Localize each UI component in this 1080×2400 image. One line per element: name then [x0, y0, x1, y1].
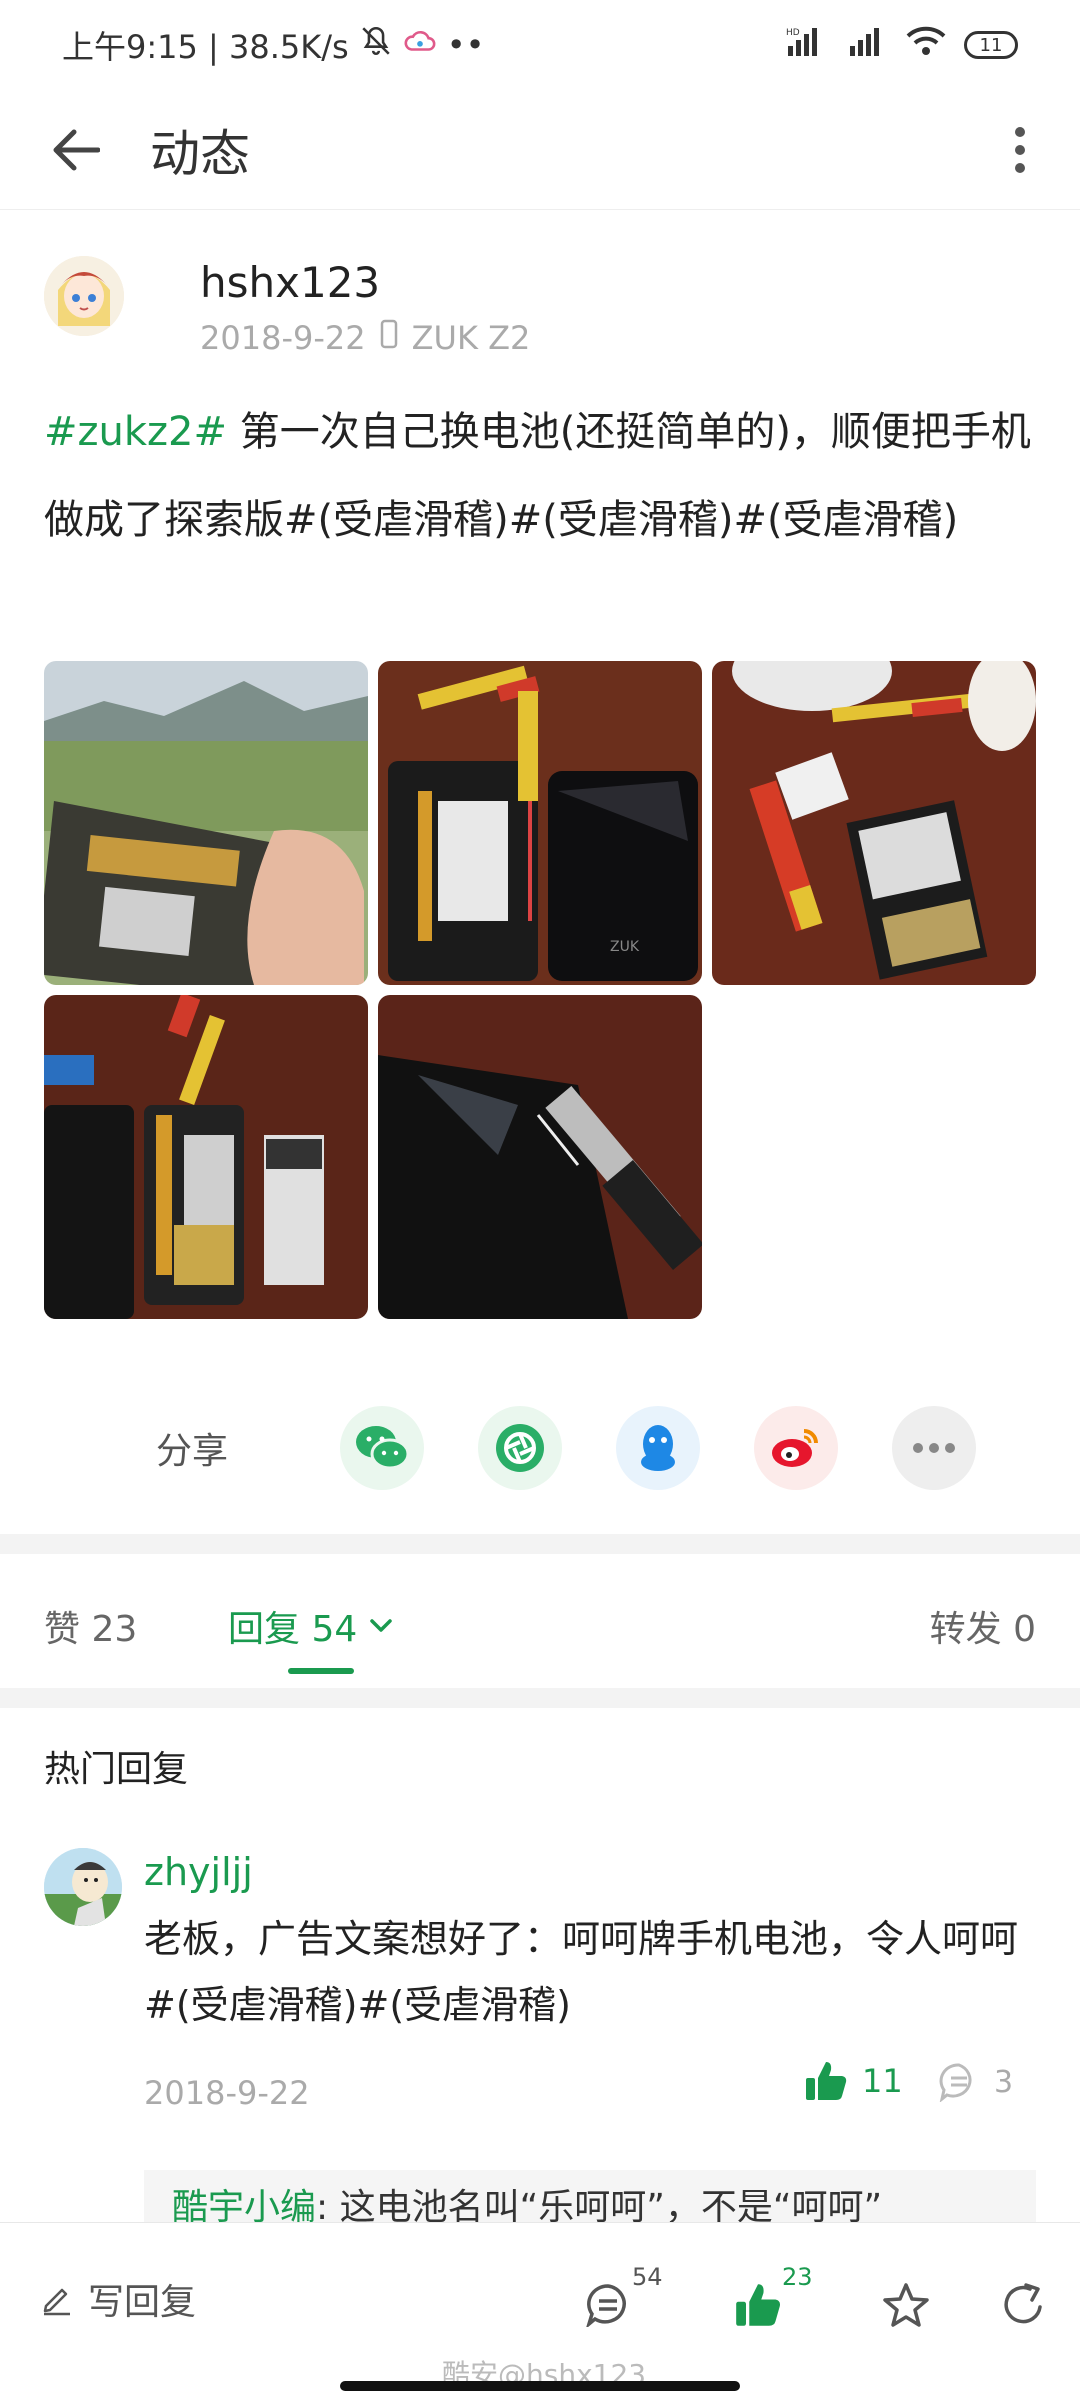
reply-count-button[interactable]: 54 [568, 2263, 663, 2345]
moments-icon [496, 1424, 544, 1472]
forward-button[interactable] [984, 2265, 1064, 2345]
home-indicator[interactable] [340, 2381, 740, 2391]
app-bar: 动态 [0, 90, 1080, 210]
tab-likes[interactable]: 赞 23 [44, 1600, 137, 1652]
wifi-icon [906, 26, 946, 64]
status-bar: 上午9:15 | 38.5K/s •• HD 11 [0, 0, 1080, 90]
hd-signal-icon: HD [786, 26, 830, 64]
chevron-down-icon [370, 1619, 393, 1632]
commenter-avatar[interactable] [44, 1848, 122, 1926]
comment-text: 老板，广告文案想好了：呵呵牌手机电池，令人呵呵#(受虐滑稽)#(受虐滑稽) [144, 1917, 1019, 2027]
write-reply-button[interactable]: 写回复 [40, 2273, 196, 2325]
comment-like-button[interactable]: 11 [804, 2060, 903, 2102]
page-title: 动态 [150, 124, 250, 183]
author-name[interactable]: hshx123 [200, 258, 530, 307]
more-vert-icon [1015, 126, 1025, 173]
hot-replies-title: 热门回复 [44, 1749, 189, 1790]
mute-icon [359, 24, 393, 66]
post-tabs: 赞 23 回复 54 转发 0 [0, 1556, 1080, 1688]
cloud-icon [403, 26, 437, 64]
sub-reply-preview[interactable]: 酷宇小编: 这电池名叫“乐呵呵”，不是“呵呵” [144, 2170, 1036, 2230]
section-divider [0, 1688, 1080, 1708]
share-moments-button[interactable] [478, 1406, 562, 1490]
post-header: hshx123 2018-9-22 ZUK Z2 [44, 256, 530, 357]
post-image[interactable] [44, 661, 368, 985]
post-hashtag[interactable]: #zukz2# [44, 409, 227, 455]
thumbs-up-icon [806, 2062, 847, 2100]
comment-icon [586, 2284, 626, 2327]
post-image-grid: ZUK [44, 661, 1036, 1319]
tab-replies[interactable]: 回复 54 [228, 1600, 393, 1652]
back-arrow-icon [53, 129, 100, 170]
post-image[interactable] [712, 661, 1036, 985]
status-time: 上午9:15 | 38.5K/s [62, 28, 349, 66]
share-more-button[interactable] [892, 1406, 976, 1490]
like-count: 23 [782, 2263, 813, 2291]
favorite-button[interactable] [866, 2265, 946, 2345]
comment-date: 2018-9-22 [144, 2074, 310, 2112]
post-device: ZUK Z2 [411, 319, 531, 357]
pencil-icon [43, 2288, 70, 2316]
share-forward-icon [1004, 2283, 1042, 2324]
tab-indicator [288, 1668, 354, 1674]
commenter-name[interactable]: zhyjljj [144, 1850, 253, 1894]
share-qq-button[interactable] [616, 1406, 700, 1490]
section-divider [0, 1534, 1080, 1554]
more-horiz-icon [913, 1443, 955, 1453]
reply-count: 54 [632, 2263, 663, 2291]
comment-like-count: 11 [862, 2062, 903, 2100]
write-reply-label: 写回复 [88, 2282, 197, 2323]
svg-text:ZUK: ZUK [610, 939, 640, 955]
wechat-icon [356, 1426, 410, 1470]
svg-text:HD: HD [786, 28, 800, 38]
share-label: 分享 [156, 1431, 229, 1472]
share-wechat-button[interactable] [340, 1406, 424, 1490]
weibo-icon [772, 1429, 818, 1467]
comment-reply-button[interactable]: 3 [938, 2062, 1013, 2102]
battery-icon: 11 [964, 31, 1018, 59]
share-row: 分享 [0, 1404, 1080, 1492]
signal-icon [848, 26, 888, 64]
thumbs-up-icon [736, 2284, 780, 2326]
comment-icon [939, 2063, 972, 2102]
back-button[interactable] [0, 90, 150, 210]
status-dots: •• [446, 26, 485, 64]
post-image[interactable]: ZUK [378, 661, 702, 985]
star-icon [883, 2283, 929, 2327]
more-options-button[interactable] [960, 90, 1080, 210]
bottom-action-bar: 写回复 54 23 酷安@hshx123 [0, 2222, 1080, 2400]
tab-forwards[interactable]: 转发 0 [930, 1600, 1036, 1652]
tab-replies-label: 回复 54 [228, 1609, 358, 1650]
post-date: 2018-9-22 [200, 319, 366, 357]
phone-icon [380, 319, 398, 357]
author-avatar[interactable] [44, 256, 124, 336]
post-image[interactable] [44, 995, 368, 1319]
qq-icon [641, 1425, 675, 1471]
share-weibo-button[interactable] [754, 1406, 838, 1490]
comment-reply-count: 3 [994, 2064, 1014, 2100]
like-post-button[interactable]: 23 [718, 2263, 813, 2345]
post-image[interactable] [378, 995, 702, 1319]
post-content: #zukz2# 第一次自己换电池(还挺简单的)，顺便把手机做成了探索版#(受虐滑… [44, 388, 1034, 564]
